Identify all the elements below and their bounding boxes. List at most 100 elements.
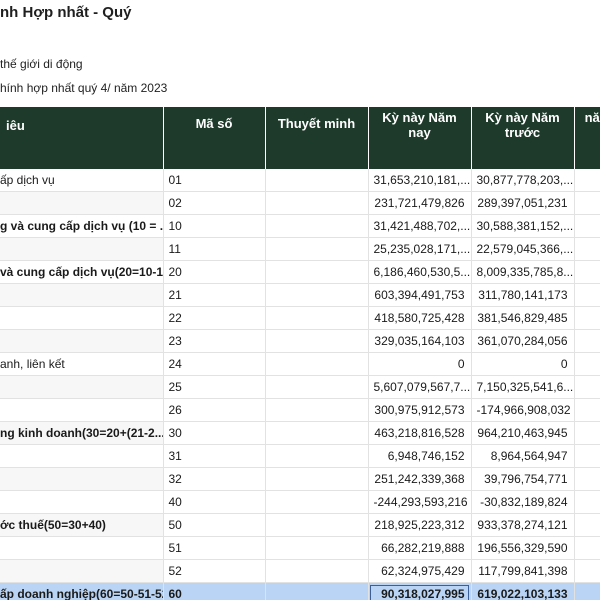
table-row[interactable]: ng kinh doanh(30=20+(21-2... 30 463,218,81… (0, 421, 600, 445)
table-row[interactable]: 40 -244,293,593,216-30,832,189,824-32 (0, 490, 600, 514)
row-code: 31 (163, 444, 266, 468)
row-note (265, 513, 369, 537)
row-current-value: 31,653,210,181,... (368, 169, 472, 192)
row-note (265, 398, 369, 422)
report-period: hính hợp nhất quý 4/ năm 2023 (0, 81, 168, 95)
column-header-previous-period[interactable]: Kỳ này Năm trước (471, 107, 575, 169)
row-previous-value: 39,796,754,771 (471, 467, 575, 491)
row-note (265, 421, 369, 445)
row-previous-value: 30,588,381,152,... (471, 214, 575, 238)
row-extra-value: 1,52 (574, 306, 600, 330)
row-previous-value: 117,799,841,398 (471, 559, 575, 583)
row-extra-value: 2,16 (574, 283, 600, 307)
row-item-name (0, 191, 164, 215)
row-current-value: 6,186,460,530,5... (368, 260, 472, 284)
row-extra-value: 20,9 (574, 375, 600, 399)
row-current-value: 251,242,339,368 (368, 467, 472, 491)
row-code: 10 (163, 214, 266, 238)
row-current-value: 329,035,164,103 (368, 329, 472, 353)
table-row[interactable]: 25 5,607,079,567,7...7,150,325,541,6...20… (0, 375, 600, 399)
row-code: 51 (163, 536, 266, 560)
row-current-value: 5,607,079,567,7... (368, 375, 472, 399)
row-extra-value: 1,01 (574, 421, 600, 445)
row-note (265, 444, 369, 468)
row-current-value: 0 (368, 352, 472, 376)
row-current-value: 66,282,219,888 (368, 536, 472, 560)
row-extra-value: 1,19 (574, 398, 600, 422)
row-code: 23 (163, 329, 266, 353)
row-previous-value: 0 (471, 352, 575, 376)
row-item-name: và cung cấp dịch vụ(20=10-11) (0, 260, 164, 284)
row-extra-value: -32 (574, 490, 600, 514)
row-item-name: ấp dịch vụ (0, 169, 164, 192)
row-code: 32 (163, 467, 266, 491)
row-code: 60 (163, 582, 266, 600)
row-extra-value: 22,5 (574, 260, 600, 284)
row-code: 50 (163, 513, 266, 537)
row-item-name (0, 444, 164, 468)
row-previous-value: 30,877,778,203,... (471, 169, 575, 192)
table-row[interactable]: g và cung cấp dịch vụ (10 = ... 10 31,421,… (0, 214, 600, 238)
column-header-item[interactable]: iêu (0, 107, 164, 169)
row-extra-value: 118, (574, 214, 600, 238)
row-previous-value: 8,009,335,785,8... (471, 260, 575, 284)
table-row[interactable]: 21 603,394,491,753311,780,141,1732,16 (0, 283, 600, 307)
table-row[interactable]: 31 6,948,746,1528,964,564,9473 (0, 444, 600, 468)
row-previous-value: 964,210,463,945 (471, 421, 575, 445)
row-current-value: 90,318,027,995 (368, 582, 472, 600)
row-code: 24 (163, 352, 266, 376)
table-row[interactable]: 26 300,975,912,573-174,966,908,0321,19 (0, 398, 600, 422)
income-statement-table-container[interactable]: iêu Mã số Thuyết minh Kỳ này Năm nay Kỳ … (0, 107, 600, 600)
table-row[interactable]: ớc thuế(50=30+40) 50 218,925,223,312 933,37… (0, 513, 600, 537)
row-note (265, 283, 369, 307)
column-header-note[interactable]: Thuyết minh (265, 107, 369, 169)
row-item-name: ng kinh doanh(30=20+(21-2... (0, 421, 164, 445)
row-extra-value: 1,44 (574, 329, 600, 353)
row-note (265, 260, 369, 284)
row-code: 26 (163, 398, 266, 422)
row-extra-value (574, 352, 600, 376)
row-note (265, 467, 369, 491)
table-row[interactable]: 51 66,282,219,888196,556,329,59043 (0, 536, 600, 560)
column-header-code[interactable]: Mã số (163, 107, 266, 169)
table-row[interactable]: ấp doanh nghiệp(60=50-51-52) 60 90,318,027… (0, 582, 600, 600)
row-extra-value: 95 (574, 191, 600, 215)
row-item-name: anh, liên kết (0, 352, 164, 376)
column-header-extra[interactable]: năm ky (574, 107, 600, 169)
row-code: 22 (163, 306, 266, 330)
row-previous-value: 289,397,051,231 (471, 191, 575, 215)
row-previous-value: 933,378,274,121 (471, 513, 575, 537)
row-current-value: 25,235,028,171,... (368, 237, 472, 261)
row-previous-value: -30,832,189,824 (471, 490, 575, 514)
row-code: 52 (163, 559, 266, 583)
row-extra-value: 8 (574, 559, 600, 583)
row-note (265, 375, 369, 399)
row-previous-value: 311,780,141,173 (471, 283, 575, 307)
row-current-value: 300,975,912,573 (368, 398, 472, 422)
row-previous-value: -174,966,908,032 (471, 398, 575, 422)
table-row[interactable]: ấp dịch vụ 01 31,653,210,181,... 30,877,778… (0, 169, 600, 192)
row-note (265, 490, 369, 514)
table-row[interactable]: 32 251,242,339,36839,796,754,77136 (0, 467, 600, 491)
row-item-name (0, 467, 164, 491)
table-row[interactable]: 22 418,580,725,428381,546,829,4851,52 (0, 306, 600, 330)
income-statement-table: iêu Mã số Thuyết minh Kỳ này Năm nay Kỳ … (0, 107, 600, 600)
row-item-name (0, 375, 164, 399)
table-row[interactable]: 52 62,324,975,429117,799,841,3988 (0, 559, 600, 583)
row-item-name (0, 559, 164, 583)
row-extra-value: 16 (574, 582, 600, 600)
row-previous-value: 8,964,564,947 (471, 444, 575, 468)
column-header-current-period[interactable]: Kỳ này Năm nay (368, 107, 472, 169)
table-row[interactable]: 11 25,235,028,171,...22,579,045,366,...95… (0, 237, 600, 261)
row-note (265, 536, 369, 560)
table-row[interactable]: anh, liên kết 24 0 0 (0, 352, 600, 376)
table-row[interactable]: 23 329,035,164,103361,070,284,0561,44 (0, 329, 600, 353)
table-header-row: iêu Mã số Thuyết minh Kỳ này Năm nay Kỳ … (0, 107, 600, 169)
table-row[interactable]: 02 231,721,479,826289,397,051,23195 (0, 191, 600, 215)
row-item-name (0, 237, 164, 261)
row-current-value: 218,925,223,312 (368, 513, 472, 537)
row-extra-value: 43 (574, 536, 600, 560)
table-row[interactable]: và cung cấp dịch vụ(20=10-11) 20 6,186,460… (0, 260, 600, 284)
row-current-value: 603,394,491,753 (368, 283, 472, 307)
row-code: 11 (163, 237, 266, 261)
